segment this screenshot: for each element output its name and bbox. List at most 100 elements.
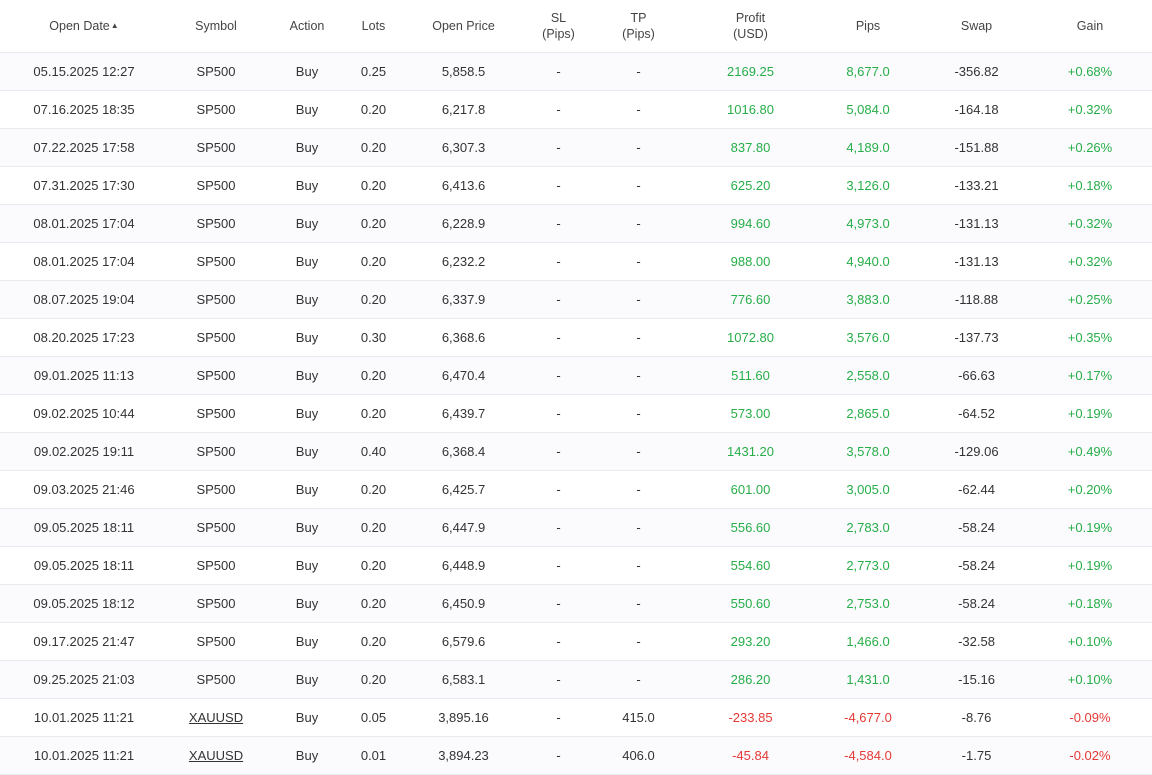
action-cell: Buy [264, 432, 350, 471]
open-date-cell: 08.01.2025 17:04 [0, 204, 168, 243]
table-row[interactable]: 08.01.2025 17:04 SP500 Buy 0.20 6,228.9- -994… [0, 204, 1152, 243]
pips-cell: 1,466.0 [811, 622, 925, 661]
tp-cell: - [587, 470, 690, 509]
lots-cell: 0.20 [350, 508, 397, 547]
tp-cell: - [587, 128, 690, 167]
open-price-cell: 6,425.7 [397, 470, 530, 509]
open-price-cell: 3,894.23 [397, 736, 530, 775]
table-row[interactable]: 09.17.2025 21:47 SP500 Buy 0.20 6,579.6- -293… [0, 622, 1152, 661]
sl-cell: - [530, 546, 587, 585]
gain-cell: -0.02% [1028, 736, 1152, 775]
col-header-open-date[interactable]: Open Date▲ [0, 0, 168, 53]
symbol-cell: SP500 [168, 280, 264, 319]
table-row[interactable]: 08.01.2025 17:04 SP500 Buy 0.20 6,232.2- -988… [0, 242, 1152, 281]
profit-cell: 556.60 [690, 508, 811, 547]
col-header-action[interactable]: Action [264, 0, 350, 53]
open-date-cell: 09.03.2025 21:46 [0, 470, 168, 509]
tp-cell: - [587, 52, 690, 91]
pips-cell: 2,783.0 [811, 508, 925, 547]
gain-cell: +0.26% [1028, 128, 1152, 167]
pips-cell: -4,584.0 [811, 736, 925, 775]
gain-cell: +0.17% [1028, 356, 1152, 395]
symbol-link[interactable]: XAUUSD [189, 748, 243, 763]
table-row[interactable]: 09.05.2025 18:11 SP500 Buy 0.20 6,448.9- -554… [0, 546, 1152, 585]
profit-cell: -233.85 [690, 698, 811, 737]
symbol-link[interactable]: XAUUSD [189, 710, 243, 725]
open-price-cell: 6,579.6 [397, 622, 530, 661]
open-price-cell: 6,450.9 [397, 584, 530, 623]
col-header-action-label: Action [289, 19, 325, 33]
profit-cell: 573.00 [690, 394, 811, 433]
gain-cell: +0.32% [1028, 90, 1152, 129]
swap-cell: -131.13 [925, 204, 1028, 243]
pips-cell: 2,865.0 [811, 394, 925, 433]
tp-cell: 406.0 [587, 736, 690, 775]
lots-cell: 0.20 [350, 356, 397, 395]
table-row[interactable]: 07.22.2025 17:58 SP500 Buy 0.20 6,307.3- -837… [0, 128, 1152, 167]
table-row[interactable]: 05.15.2025 12:27 SP500 Buy 0.25 5,858.5- -216… [0, 52, 1152, 91]
table-row[interactable]: 09.25.2025 21:03 SP500 Buy 0.20 6,583.1- -286… [0, 660, 1152, 699]
col-header-profit[interactable]: Profit (USD) [690, 0, 811, 53]
open-date-cell: 05.15.2025 12:27 [0, 52, 168, 91]
table-row[interactable]: 09.02.2025 10:44 SP500 Buy 0.20 6,439.7- -573… [0, 394, 1152, 433]
gain-cell: +0.18% [1028, 584, 1152, 623]
col-header-sl-label: SL [550, 11, 567, 25]
table-row[interactable]: 09.05.2025 18:12 SP500 Buy 0.20 6,450.9- -550… [0, 584, 1152, 623]
lots-cell: 0.30 [350, 318, 397, 357]
table-row[interactable]: 10.01.2025 11:21 XAUUSD Buy 0.01 3,894.23-40… [0, 736, 1152, 775]
open-price-cell: 6,368.6 [397, 318, 530, 357]
action-cell: Buy [264, 508, 350, 547]
table-row[interactable]: 09.01.2025 11:13 SP500 Buy 0.20 6,470.4- -511… [0, 356, 1152, 395]
swap-cell: -58.24 [925, 546, 1028, 585]
symbol-cell: XAUUSD [168, 736, 264, 775]
pips-cell: 2,773.0 [811, 546, 925, 585]
sl-cell: - [530, 660, 587, 699]
open-price-cell: 6,217.8 [397, 90, 530, 129]
symbol-cell: SP500 [168, 318, 264, 357]
col-header-swap[interactable]: Swap [925, 0, 1028, 53]
col-header-lots[interactable]: Lots [350, 0, 397, 53]
profit-cell: 776.60 [690, 280, 811, 319]
table-row[interactable]: 08.07.2025 19:04 SP500 Buy 0.20 6,337.9- -776… [0, 280, 1152, 319]
pips-cell: 3,005.0 [811, 470, 925, 509]
col-header-open-price[interactable]: Open Price [397, 0, 530, 53]
table-row[interactable]: 10.01.2025 11:21 XAUUSD Buy 0.05 3,895.16-41… [0, 698, 1152, 737]
sort-ascending-icon[interactable]: ▲ [111, 18, 119, 34]
symbol-cell: SP500 [168, 660, 264, 699]
open-date-cell: 09.02.2025 19:11 [0, 432, 168, 471]
table-row[interactable]: 07.16.2025 18:35 SP500 Buy 0.20 6,217.8- -101… [0, 90, 1152, 129]
col-header-gain[interactable]: Gain [1028, 0, 1152, 53]
symbol-cell: SP500 [168, 622, 264, 661]
table-row[interactable]: 09.05.2025 18:11 SP500 Buy 0.20 6,447.9- -556… [0, 508, 1152, 547]
open-price-cell: 6,413.6 [397, 166, 530, 205]
open-price-cell: 6,368.4 [397, 432, 530, 471]
lots-cell: 0.20 [350, 280, 397, 319]
col-header-tp[interactable]: TP (Pips) [587, 0, 690, 53]
table-row[interactable]: 09.03.2025 21:46 SP500 Buy 0.20 6,425.7- -601… [0, 470, 1152, 509]
table-row[interactable]: 08.20.2025 17:23 SP500 Buy 0.30 6,368.6- -107… [0, 318, 1152, 357]
table-row[interactable]: 07.31.2025 17:30 SP500 Buy 0.20 6,413.6- -625… [0, 166, 1152, 205]
open-price-cell: 6,439.7 [397, 394, 530, 433]
profit-cell: 625.20 [690, 166, 811, 205]
swap-cell: -64.52 [925, 394, 1028, 433]
col-header-sl[interactable]: SL (Pips) [530, 0, 587, 53]
pips-cell: 3,576.0 [811, 318, 925, 357]
col-header-sl-unit: (Pips) [542, 27, 575, 41]
col-header-symbol[interactable]: Symbol [168, 0, 264, 53]
open-price-cell: 6,448.9 [397, 546, 530, 585]
lots-cell: 0.20 [350, 660, 397, 699]
symbol-cell: XAUUSD [168, 698, 264, 737]
table-row[interactable]: 09.02.2025 19:11 SP500 Buy 0.40 6,368.4- -143… [0, 432, 1152, 471]
col-header-pips[interactable]: Pips [811, 0, 925, 53]
symbol-cell: SP500 [168, 90, 264, 129]
symbol-cell: SP500 [168, 470, 264, 509]
tp-cell: - [587, 242, 690, 281]
symbol-cell: SP500 [168, 394, 264, 433]
symbol-cell: SP500 [168, 242, 264, 281]
pips-cell: 8,677.0 [811, 52, 925, 91]
sl-cell: - [530, 166, 587, 205]
symbol-cell: SP500 [168, 52, 264, 91]
open-price-cell: 6,583.1 [397, 660, 530, 699]
swap-cell: -137.73 [925, 318, 1028, 357]
col-header-lots-label: Lots [361, 19, 386, 33]
